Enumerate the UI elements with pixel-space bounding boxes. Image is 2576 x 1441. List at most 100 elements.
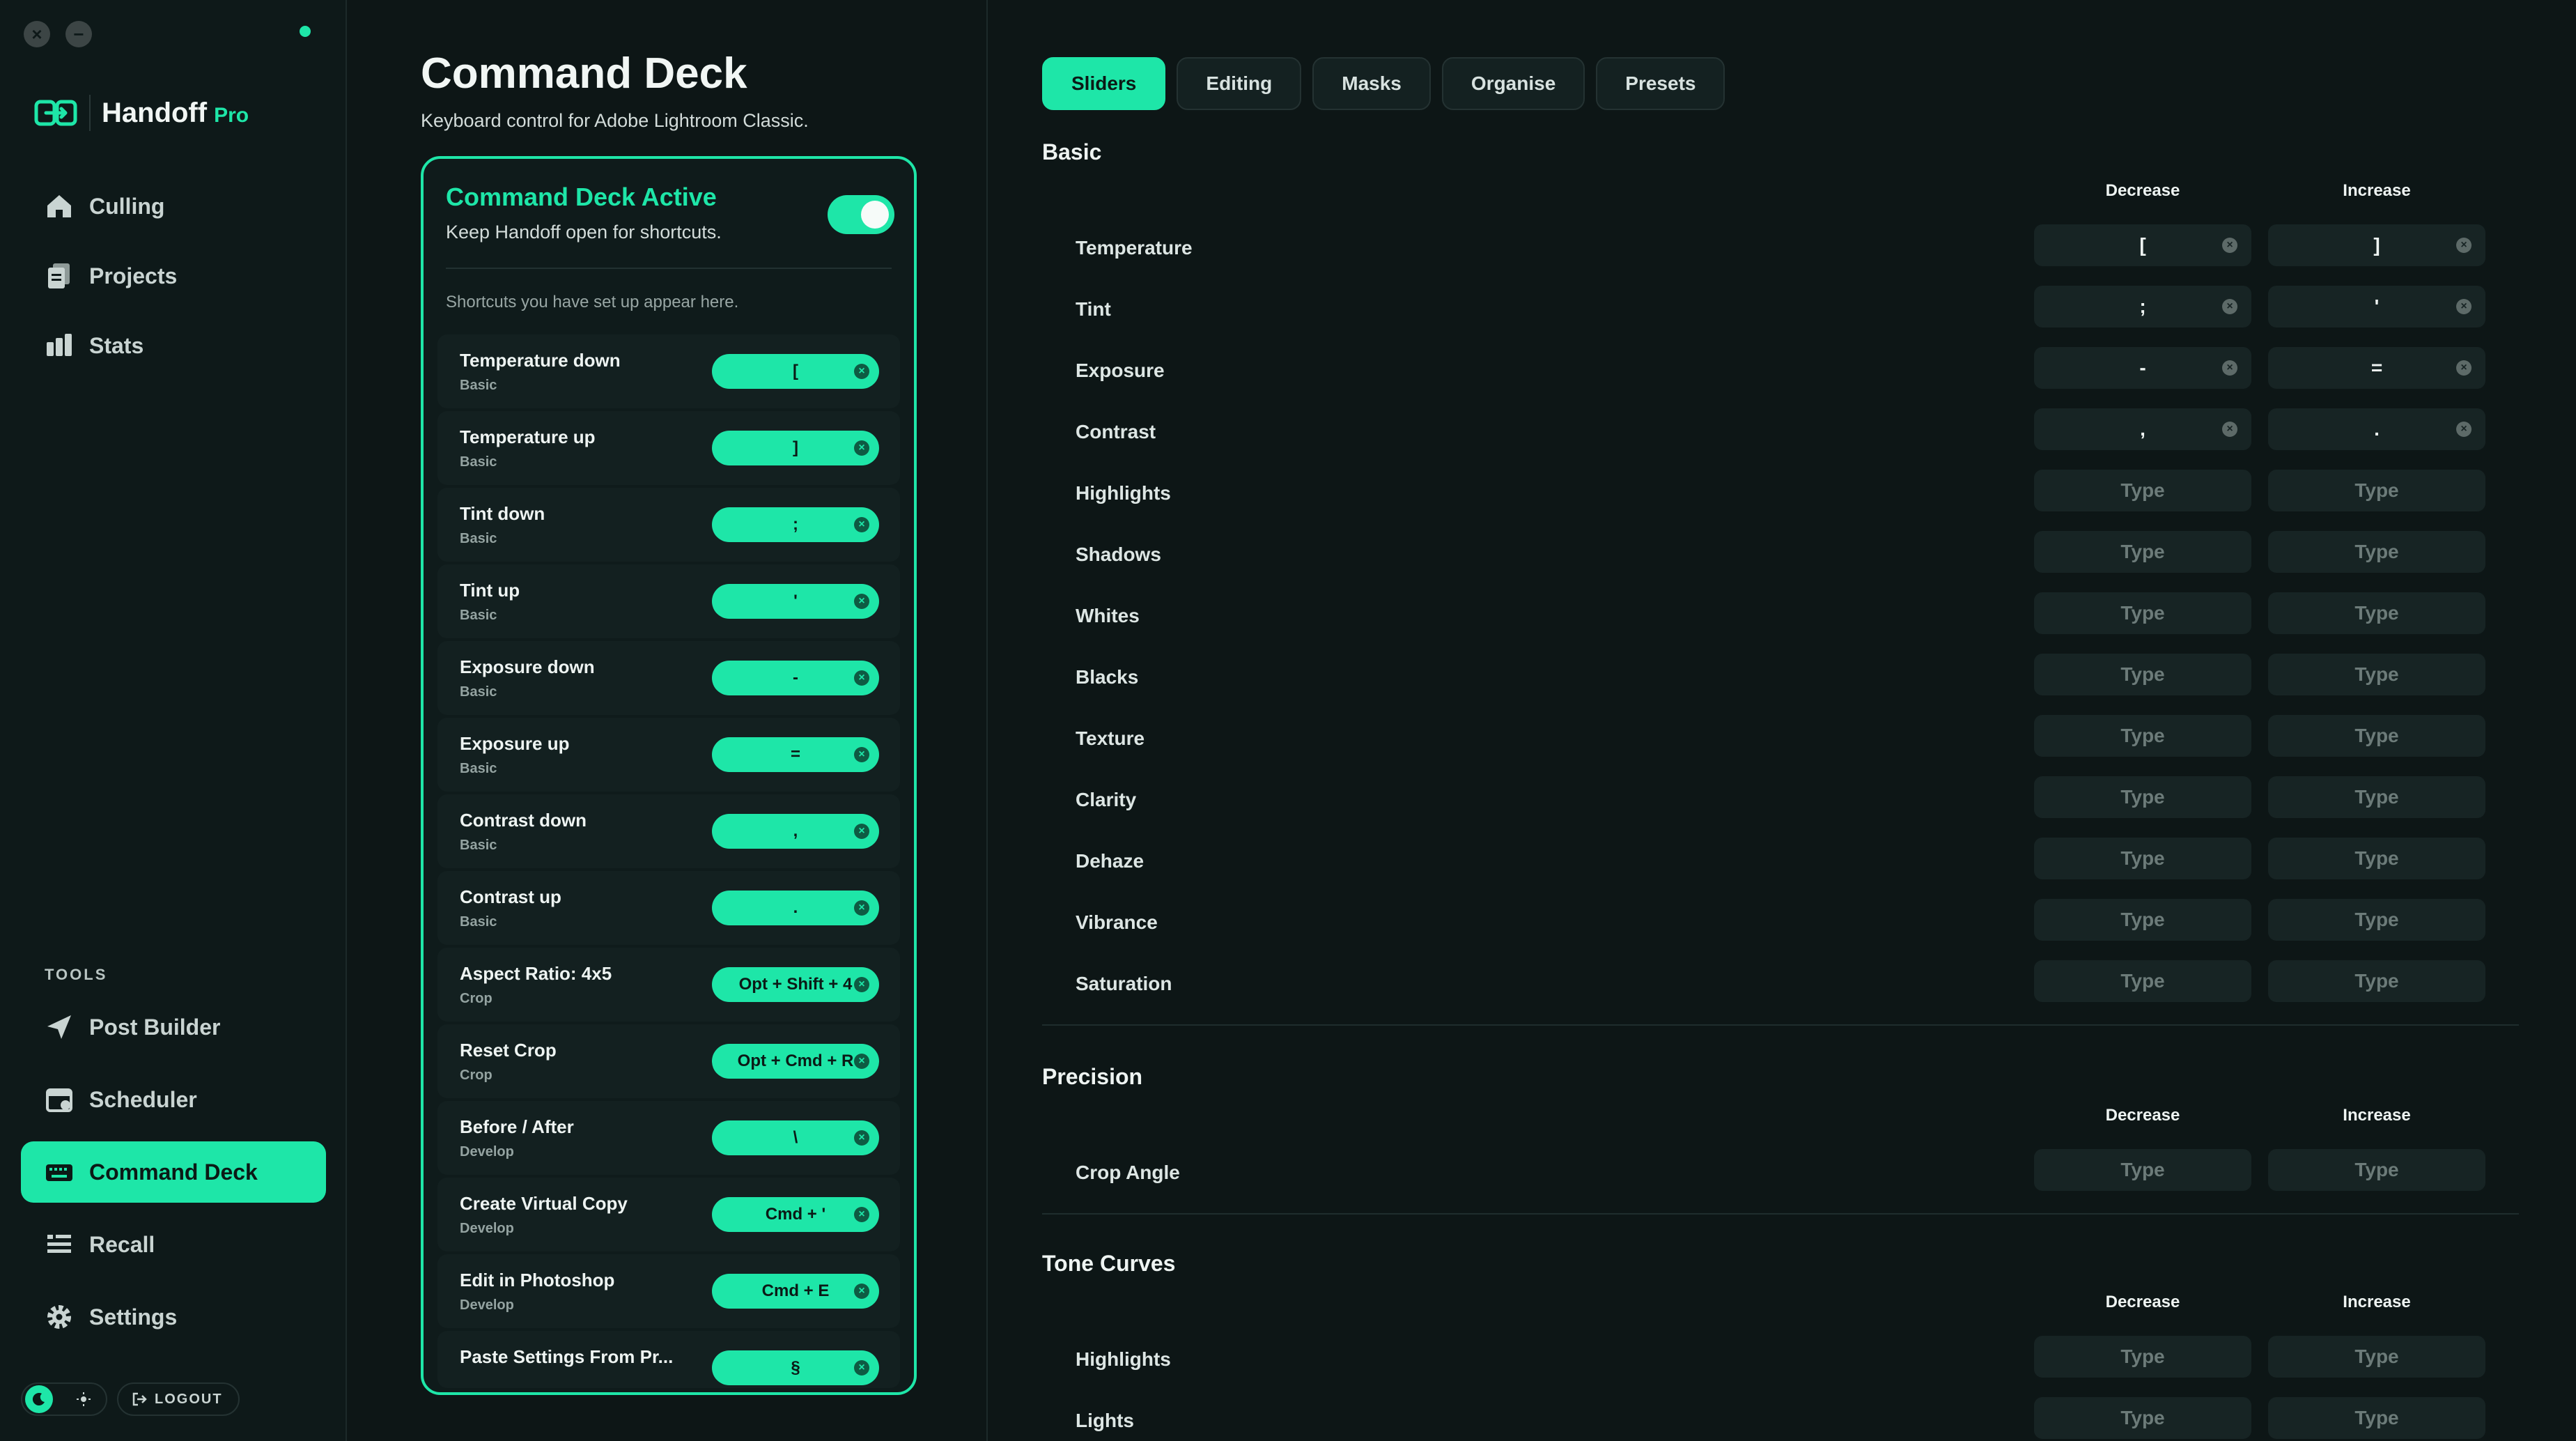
decrease-key-field[interactable]: - × bbox=[2034, 347, 2251, 389]
remove-shortcut-icon[interactable]: × bbox=[854, 440, 869, 456]
shortcut-key-chip[interactable]: Opt + Shift + 4 × bbox=[712, 967, 879, 1002]
nav-item-label: Command Deck bbox=[89, 1159, 258, 1185]
tab-masks[interactable]: Masks bbox=[1312, 57, 1431, 110]
shortcut-category: Crop bbox=[460, 1068, 492, 1083]
shortcut-key-label: Cmd + ' bbox=[765, 1205, 826, 1224]
nav-item-culling[interactable]: Culling bbox=[21, 176, 326, 237]
shortcut-key-chip[interactable]: \ × bbox=[712, 1120, 879, 1155]
remove-shortcut-icon[interactable]: × bbox=[854, 517, 869, 532]
increase-key-field[interactable]: ' × bbox=[2268, 286, 2485, 328]
shortcut-key-chip[interactable]: - × bbox=[712, 661, 879, 695]
remove-shortcut-icon[interactable]: × bbox=[854, 1284, 869, 1299]
logout-button[interactable]: LOGOUT bbox=[117, 1382, 240, 1416]
remove-shortcut-icon[interactable]: × bbox=[854, 900, 869, 916]
clear-key-icon[interactable]: × bbox=[2222, 422, 2237, 437]
tab-sliders[interactable]: Sliders bbox=[1042, 57, 1166, 110]
increase-key-field[interactable]: Type bbox=[2268, 654, 2485, 695]
decrease-key-field[interactable]: Type bbox=[2034, 654, 2251, 695]
increase-key-field[interactable]: Type bbox=[2268, 1397, 2485, 1439]
shortcut-key-chip[interactable]: = × bbox=[712, 737, 879, 772]
increase-key-field[interactable]: Type bbox=[2268, 776, 2485, 818]
shortcut-key-chip[interactable]: [× bbox=[712, 354, 879, 389]
increase-key-field[interactable]: Type bbox=[2268, 531, 2485, 573]
shortcut-key-chip[interactable]: Opt + Cmd + R × bbox=[712, 1044, 879, 1079]
remove-shortcut-icon[interactable]: × bbox=[854, 670, 869, 686]
remove-shortcut-icon[interactable]: × bbox=[854, 747, 869, 762]
increase-key-field[interactable]: = × bbox=[2268, 347, 2485, 389]
decrease-key-field[interactable]: [× bbox=[2034, 224, 2251, 266]
key-value: Type bbox=[2120, 1407, 2165, 1428]
remove-shortcut-icon[interactable]: × bbox=[854, 364, 869, 379]
shortcut-key-chip[interactable]: Cmd + E × bbox=[712, 1274, 879, 1309]
page-title: Command Deck bbox=[421, 49, 747, 98]
minimize-window-button[interactable]: − bbox=[65, 21, 92, 47]
increase-key-field[interactable]: Type bbox=[2268, 899, 2485, 941]
shortcut-key-chip[interactable]: ] × bbox=[712, 431, 879, 465]
tab-editing[interactable]: Editing bbox=[1177, 57, 1302, 110]
close-window-button[interactable]: × bbox=[24, 21, 50, 47]
shortcut-key-chip[interactable]: ; × bbox=[712, 507, 879, 542]
slider-row: Shadows Type Type bbox=[1042, 531, 2502, 576]
increase-key-field[interactable]: Type bbox=[2268, 592, 2485, 634]
decrease-key-field[interactable]: Type bbox=[2034, 960, 2251, 1002]
increase-key-field[interactable]: Type bbox=[2268, 1149, 2485, 1191]
shortcut-key-chip[interactable]: § × bbox=[712, 1350, 879, 1385]
shortcut-key-label: [ bbox=[793, 362, 798, 380]
remove-shortcut-icon[interactable]: × bbox=[854, 1207, 869, 1222]
shortcut-key-chip[interactable]: Cmd + ' × bbox=[712, 1197, 879, 1232]
connection-status-dot bbox=[300, 26, 311, 37]
clear-key-icon[interactable]: × bbox=[2222, 299, 2237, 314]
increase-key-field[interactable]: Type bbox=[2268, 960, 2485, 1002]
theme-switch[interactable] bbox=[21, 1382, 107, 1416]
increase-key-field[interactable]: Type bbox=[2268, 838, 2485, 879]
clear-key-icon[interactable]: × bbox=[2456, 299, 2472, 314]
nav-item-projects[interactable]: Projects bbox=[21, 245, 326, 307]
remove-shortcut-icon[interactable]: × bbox=[854, 977, 869, 992]
remove-shortcut-icon[interactable]: × bbox=[854, 1130, 869, 1146]
decrease-key-field[interactable]: Type bbox=[2034, 1336, 2251, 1378]
remove-shortcut-icon[interactable]: × bbox=[854, 1054, 869, 1069]
deck-active-toggle[interactable] bbox=[828, 195, 894, 234]
decrease-key-field[interactable]: Type bbox=[2034, 531, 2251, 573]
decrease-key-field[interactable]: ; × bbox=[2034, 286, 2251, 328]
nav-item-recall[interactable]: Recall bbox=[21, 1214, 326, 1275]
shortcut-key-chip[interactable]: . × bbox=[712, 891, 879, 925]
tab-organise[interactable]: Organise bbox=[1441, 57, 1585, 110]
decrease-key-field[interactable]: , × bbox=[2034, 408, 2251, 450]
slider-label: Crop Angle bbox=[1076, 1162, 1180, 1183]
increase-key-field[interactable]: Type bbox=[2268, 715, 2485, 757]
remove-shortcut-icon[interactable]: × bbox=[854, 824, 869, 839]
nav-item-post-builder[interactable]: Post Builder bbox=[21, 996, 326, 1058]
decrease-key-field[interactable]: Type bbox=[2034, 1149, 2251, 1191]
decrease-key-field[interactable]: Type bbox=[2034, 592, 2251, 634]
clear-key-icon[interactable]: × bbox=[2222, 360, 2237, 376]
remove-shortcut-icon[interactable]: × bbox=[854, 594, 869, 609]
increase-key-field[interactable]: ] × bbox=[2268, 224, 2485, 266]
nav-item-settings[interactable]: Settings bbox=[21, 1286, 326, 1348]
increase-key-field[interactable]: Type bbox=[2268, 470, 2485, 511]
increase-key-field[interactable]: Type bbox=[2268, 1336, 2485, 1378]
decrease-key-field[interactable]: Type bbox=[2034, 715, 2251, 757]
remove-shortcut-icon[interactable]: × bbox=[854, 1360, 869, 1376]
tab-presets[interactable]: Presets bbox=[1596, 57, 1725, 110]
clear-key-icon[interactable]: × bbox=[2456, 238, 2472, 253]
clear-key-icon[interactable]: × bbox=[2222, 238, 2237, 253]
shortcut-row: Contrast down Basic, × bbox=[437, 794, 900, 868]
clear-key-icon[interactable]: × bbox=[2456, 360, 2472, 376]
command-deck-panel: Command Deck Keyboard control for Adobe … bbox=[348, 0, 988, 1441]
sun-icon[interactable] bbox=[70, 1385, 98, 1413]
moon-icon[interactable] bbox=[25, 1385, 53, 1413]
decrease-key-field[interactable]: Type bbox=[2034, 470, 2251, 511]
increase-key-field[interactable]: . × bbox=[2268, 408, 2485, 450]
shortcut-key-chip[interactable]: , × bbox=[712, 814, 879, 849]
nav-item-scheduler[interactable]: Scheduler bbox=[21, 1069, 326, 1130]
decrease-key-field[interactable]: Type bbox=[2034, 1397, 2251, 1439]
shortcut-key-label: Opt + Cmd + R bbox=[737, 1051, 854, 1070]
nav-item-stats[interactable]: Stats bbox=[21, 315, 326, 376]
nav-item-command-deck[interactable]: Command Deck bbox=[21, 1141, 326, 1203]
shortcut-key-chip[interactable]: ' × bbox=[712, 584, 879, 619]
decrease-key-field[interactable]: Type bbox=[2034, 899, 2251, 941]
decrease-key-field[interactable]: Type bbox=[2034, 776, 2251, 818]
clear-key-icon[interactable]: × bbox=[2456, 422, 2472, 437]
decrease-key-field[interactable]: Type bbox=[2034, 838, 2251, 879]
